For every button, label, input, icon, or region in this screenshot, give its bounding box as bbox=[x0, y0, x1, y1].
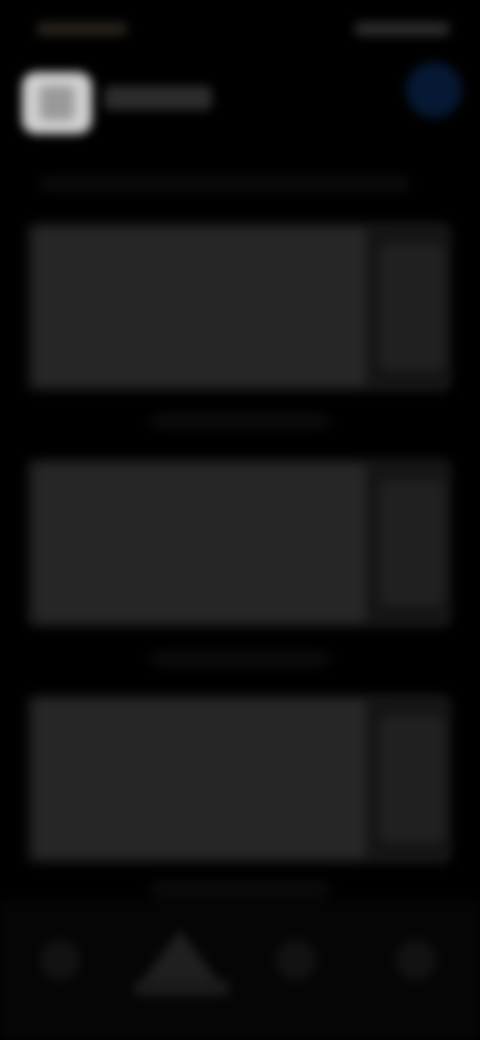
top-action-button[interactable] bbox=[406, 62, 462, 118]
status-bar-indicators bbox=[354, 22, 450, 36]
nav-icon-3[interactable] bbox=[276, 940, 316, 980]
card-side-panel bbox=[380, 480, 444, 606]
avatar-image-icon bbox=[40, 86, 74, 120]
blurred-app-screen bbox=[0, 0, 480, 1040]
home-icon-base bbox=[134, 980, 230, 996]
section-subtitle bbox=[40, 176, 410, 192]
username-label bbox=[104, 86, 212, 110]
nav-icon-4[interactable] bbox=[396, 940, 436, 980]
card-caption-2 bbox=[150, 650, 330, 668]
content-card-2[interactable] bbox=[26, 458, 452, 628]
status-bar-time bbox=[36, 22, 128, 36]
card-thumbnail bbox=[34, 228, 366, 386]
card-thumbnail bbox=[34, 700, 366, 858]
content-card-1[interactable] bbox=[26, 222, 452, 392]
card-side-panel bbox=[380, 716, 444, 842]
card-thumbnail bbox=[34, 464, 366, 622]
card-caption-1 bbox=[150, 412, 330, 430]
avatar[interactable] bbox=[22, 72, 92, 134]
card-side-panel bbox=[380, 244, 444, 370]
content-card-3[interactable] bbox=[26, 694, 452, 864]
card-caption-3 bbox=[150, 880, 330, 898]
nav-icon-1[interactable] bbox=[40, 940, 80, 980]
